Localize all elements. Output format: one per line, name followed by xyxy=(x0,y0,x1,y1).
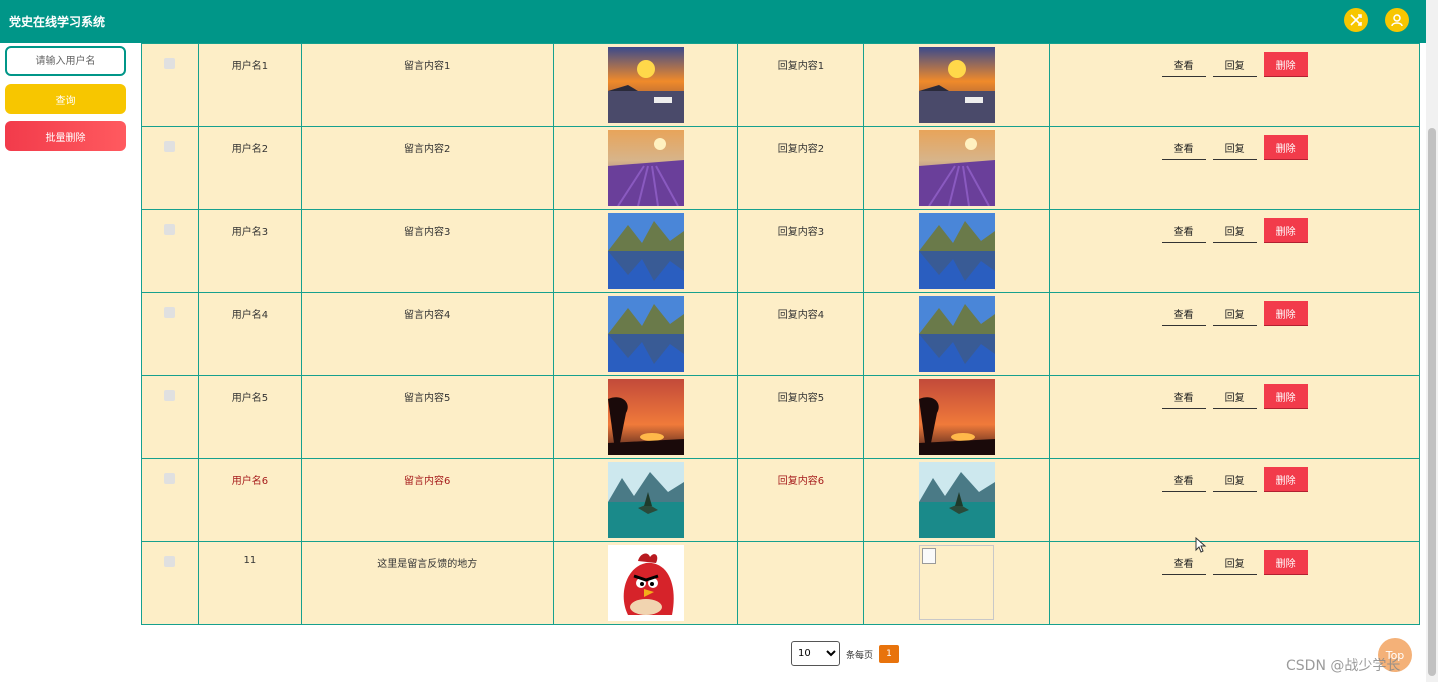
delete-button[interactable]: 删除 xyxy=(1263,467,1308,492)
username-cell: 用户名4 xyxy=(197,292,302,376)
app-title: 党史在线学习系统 xyxy=(9,15,106,29)
message-cell: 留言内容1 xyxy=(300,43,554,127)
username-cell: 用户名2 xyxy=(197,126,302,210)
top-bar: 党史在线学习系统 xyxy=(0,0,1426,43)
query-button[interactable]: 查询 xyxy=(5,84,126,114)
table-row: 用户名4 留言内容4 回复内容4 查看 回复 删除 xyxy=(141,292,1420,376)
reply-image xyxy=(918,130,995,206)
delete-button[interactable]: 删除 xyxy=(1263,550,1308,575)
table-row: 用户名6 留言内容6 回复内容6 查看 回复 删除 xyxy=(141,458,1420,542)
message-image xyxy=(607,47,684,123)
reply-button[interactable]: 回复 xyxy=(1212,467,1257,492)
message-image xyxy=(607,213,684,289)
row-actions: 查看 回复 删除 xyxy=(1050,218,1419,243)
view-button[interactable]: 查看 xyxy=(1161,135,1206,160)
page-number-1[interactable]: 1 xyxy=(879,645,899,663)
message-image xyxy=(607,379,684,455)
message-image xyxy=(607,545,684,621)
row-checkbox[interactable] xyxy=(164,390,176,401)
message-image xyxy=(607,130,684,206)
message-cell: 留言内容5 xyxy=(300,375,554,459)
row-actions: 查看 回复 删除 xyxy=(1050,52,1419,77)
reply-cell: 回复内容5 xyxy=(737,375,865,459)
reply-image xyxy=(918,296,995,372)
username-cell: 用户名3 xyxy=(197,209,302,293)
delete-button[interactable]: 删除 xyxy=(1263,135,1308,160)
message-image xyxy=(607,296,684,372)
view-button[interactable]: 查看 xyxy=(1161,467,1206,492)
reply-button[interactable]: 回复 xyxy=(1212,550,1257,575)
row-actions: 查看 回复 删除 xyxy=(1050,301,1419,326)
view-button[interactable]: 查看 xyxy=(1161,384,1206,409)
message-cell: 留言内容6 xyxy=(300,458,554,542)
message-cell: 留言内容4 xyxy=(300,292,554,376)
table-row: 用户名1 留言内容1 回复内容1 查看 回复 删除 xyxy=(141,43,1420,127)
username-cell: 用户名1 xyxy=(197,43,302,127)
row-checkbox[interactable] xyxy=(164,224,176,235)
reply-image xyxy=(918,379,995,455)
reply-button[interactable]: 回复 xyxy=(1212,52,1257,77)
table-row: 用户名2 留言内容2 回复内容2 查看 回复 删除 xyxy=(141,126,1420,210)
batch-delete-button[interactable]: 批量删除 xyxy=(5,121,126,151)
message-image xyxy=(607,462,684,538)
message-cell: 这里是留言反馈的地方 xyxy=(300,541,554,625)
reply-button[interactable]: 回复 xyxy=(1212,384,1257,409)
delete-button[interactable]: 删除 xyxy=(1263,301,1308,326)
username-search-input[interactable] xyxy=(5,46,126,76)
row-checkbox[interactable] xyxy=(164,141,176,152)
reply-image xyxy=(918,47,995,123)
table-row: 用户名3 留言内容3 回复内容3 查看 回复 删除 xyxy=(141,209,1420,293)
per-page-label: 条每页 xyxy=(846,651,874,661)
reply-image xyxy=(918,462,995,538)
reply-button[interactable]: 回复 xyxy=(1212,135,1257,160)
message-cell: 留言内容3 xyxy=(300,209,554,293)
message-cell: 留言内容2 xyxy=(300,126,554,210)
user-icon[interactable] xyxy=(1385,8,1409,32)
page-scrollbar[interactable] xyxy=(1426,0,1438,682)
reply-button[interactable]: 回复 xyxy=(1212,301,1257,326)
delete-button[interactable]: 删除 xyxy=(1263,52,1308,77)
reply-cell: 回复内容1 xyxy=(737,43,865,127)
row-actions: 查看 回复 删除 xyxy=(1050,550,1419,575)
reply-cell: 回复内容4 xyxy=(737,292,865,376)
mouse-cursor-icon xyxy=(1195,537,1207,553)
reply-cell: 回复内容3 xyxy=(737,209,865,293)
username-cell: 用户名5 xyxy=(197,375,302,459)
scrollbar-thumb[interactable] xyxy=(1428,128,1436,676)
username-cell: 用户名6 xyxy=(197,458,302,542)
row-checkbox[interactable] xyxy=(164,58,176,69)
delete-button[interactable]: 删除 xyxy=(1263,218,1308,243)
view-button[interactable]: 查看 xyxy=(1161,301,1206,326)
row-checkbox[interactable] xyxy=(164,473,176,484)
row-checkbox[interactable] xyxy=(164,307,176,318)
row-actions: 查看 回复 删除 xyxy=(1050,384,1419,409)
table-row: 11 这里是留言反馈的地方 查看 回复 删除 xyxy=(141,541,1420,625)
reply-cell xyxy=(737,541,865,625)
delete-button[interactable]: 删除 xyxy=(1263,384,1308,409)
reply-cell: 回复内容6 xyxy=(737,458,865,542)
reply-image xyxy=(918,213,995,289)
row-actions: 查看 回复 删除 xyxy=(1050,467,1419,492)
view-button[interactable]: 查看 xyxy=(1161,550,1206,575)
view-button[interactable]: 查看 xyxy=(1161,52,1206,77)
view-button[interactable]: 查看 xyxy=(1161,218,1206,243)
watermark: CSDN @战少学长 xyxy=(1286,658,1401,674)
page-size-select[interactable]: 10 xyxy=(791,641,840,666)
reply-button[interactable]: 回复 xyxy=(1212,218,1257,243)
broken-image-icon xyxy=(919,545,995,620)
message-table: 用户名1 留言内容1 回复内容1 查看 回复 删除 用户名2 留言内容2 回复内… xyxy=(141,43,1420,625)
row-checkbox[interactable] xyxy=(164,556,176,567)
row-actions: 查看 回复 删除 xyxy=(1050,135,1419,160)
shuffle-icon[interactable] xyxy=(1344,8,1368,32)
username-cell: 11 xyxy=(197,541,302,625)
reply-cell: 回复内容2 xyxy=(737,126,865,210)
table-row: 用户名5 留言内容5 回复内容5 查看 回复 删除 xyxy=(141,375,1420,459)
